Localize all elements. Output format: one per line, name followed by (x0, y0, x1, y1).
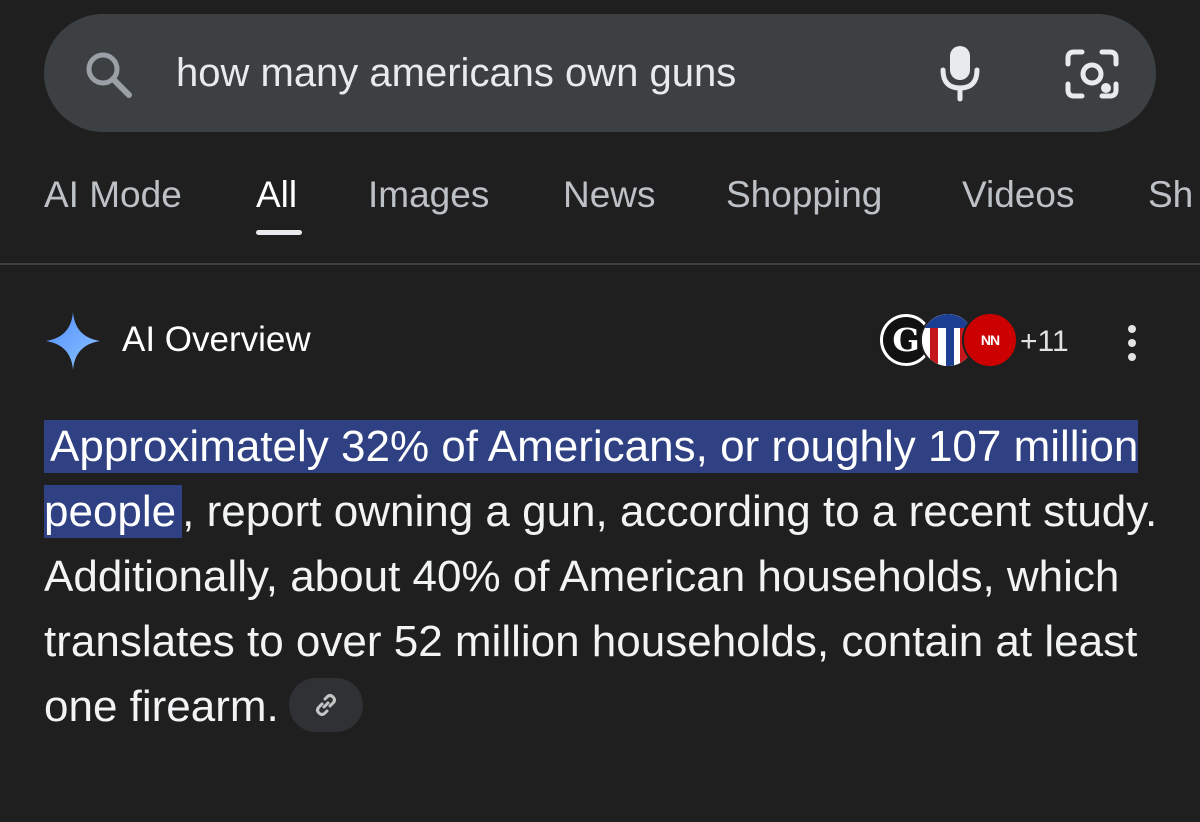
search-results-page: how many americans own guns AI Mode All … (0, 0, 1200, 822)
tab-shorts[interactable]: Sh (1148, 170, 1193, 220)
search-icon[interactable] (82, 48, 136, 102)
active-tab-indicator (256, 230, 302, 235)
tab-all[interactable]: All (256, 170, 297, 220)
google-lens-icon[interactable] (1062, 46, 1122, 102)
search-input[interactable]: how many americans own guns (176, 48, 736, 98)
tab-news[interactable]: News (563, 170, 656, 220)
tab-videos[interactable]: Videos (962, 170, 1074, 220)
source-favicon-cnn[interactable]: NN (962, 312, 1018, 368)
tabs-divider (0, 263, 1200, 265)
tab-ai-mode[interactable]: AI Mode (44, 170, 182, 220)
ai-overview-title: AI Overview (122, 320, 311, 359)
tab-images[interactable]: Images (368, 170, 489, 220)
mic-icon[interactable] (938, 44, 982, 102)
more-sources-count[interactable]: +11 (1020, 322, 1069, 362)
kebab-menu-icon[interactable] (1122, 324, 1142, 362)
link-icon (315, 694, 336, 717)
tab-shopping[interactable]: Shopping (726, 170, 882, 220)
search-tabs: AI Mode All Images News Shopping Videos … (0, 170, 1200, 230)
answer-continuation: , report owning a gun, according to a re… (44, 487, 1158, 731)
source-favicons[interactable]: G NN (878, 312, 1018, 372)
sparkle-icon (46, 312, 100, 370)
ai-overview-answer: Approximately 32% of Americans, or rough… (44, 414, 1164, 739)
source-link-button[interactable] (288, 678, 363, 733)
